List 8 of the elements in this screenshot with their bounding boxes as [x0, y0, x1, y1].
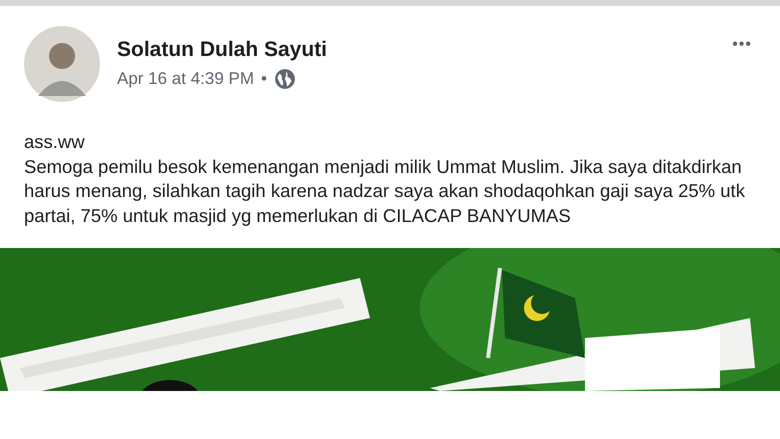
post-text: Semoga pemilu besok kemenangan menjadi milik Ummat Muslim. Jika saya ditakdirkan harus menang, silahkan tagih karena nadzar saya akan shodaqohkan gaji saya 25% utk partai, 75% untuk masjid yg memerlukan di CILACAP BANYUMAS: [24, 154, 746, 228]
separator-dot: •: [261, 69, 267, 89]
avatar-icon[interactable]: [24, 26, 100, 102]
more-options-button[interactable]: •••: [732, 36, 752, 54]
post-timestamp[interactable]: Apr 16 at 4:39 PM: [117, 69, 254, 89]
author-name[interactable]: Solatun Dulah Sayuti: [117, 38, 716, 62]
globe-icon: [274, 68, 296, 90]
post-text: ass.ww: [24, 130, 86, 154]
